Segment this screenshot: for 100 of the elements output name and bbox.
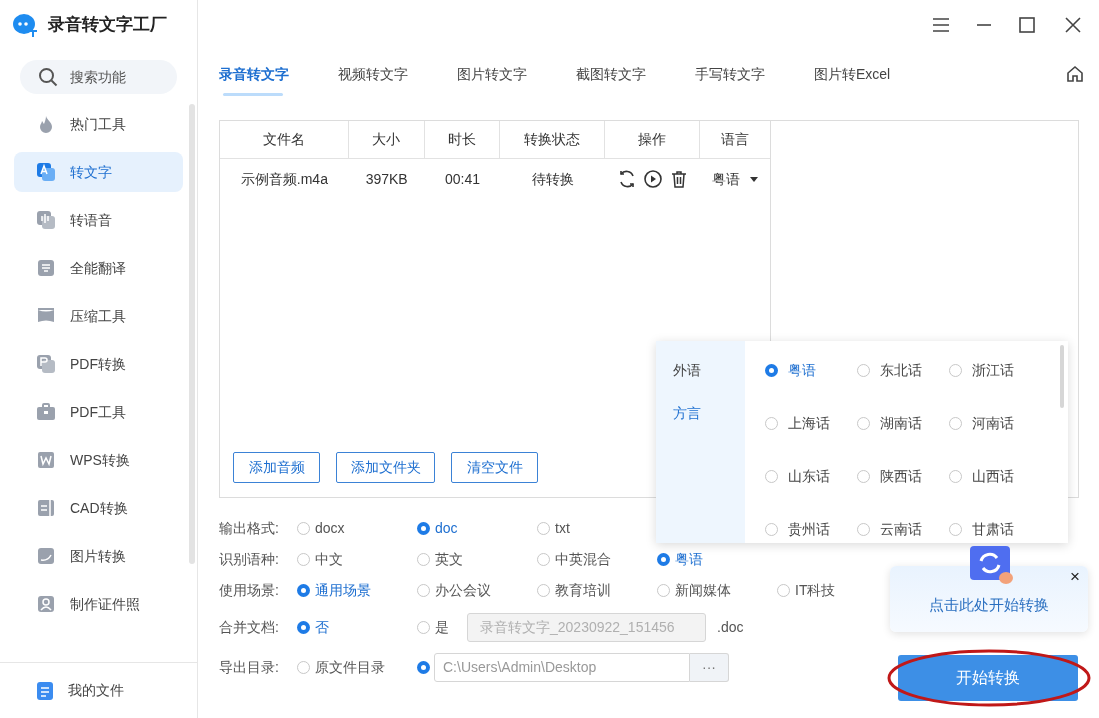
option-text: 是 [435, 618, 449, 637]
option-text: 中英混合 [555, 550, 611, 569]
file-icon [36, 680, 54, 701]
language-option: 陕西话 [880, 466, 922, 487]
radio-button[interactable] [857, 470, 870, 483]
browse-button[interactable]: ··· [690, 652, 729, 682]
option-label: 识别语种: [219, 550, 280, 569]
language-category[interactable]: 外语 [673, 360, 701, 381]
radio-button[interactable] [857, 523, 870, 536]
option-text: IT科技 [795, 581, 836, 600]
radio-button[interactable] [765, 470, 778, 483]
radio-button[interactable] [417, 584, 430, 597]
radio-button[interactable] [297, 621, 310, 634]
option-text: 英文 [435, 550, 463, 569]
tab[interactable]: 录音转文字 [219, 50, 338, 98]
sidebar-item[interactable]: 转语音 [14, 200, 183, 240]
menu-button[interactable] [931, 15, 951, 35]
caret-icon [750, 176, 759, 182]
search-icon [38, 67, 58, 87]
language-option: 上海话 [788, 413, 830, 434]
home-button[interactable] [1065, 64, 1085, 84]
option-text: 原文件目录 [315, 657, 385, 677]
sidebar-item[interactable]: 制作证件照 [14, 584, 183, 624]
radio-button[interactable] [297, 522, 310, 535]
radio-button[interactable] [297, 553, 310, 566]
sidebar-item[interactable]: PDF转换 [14, 344, 183, 384]
sidebar-item[interactable]: 压缩工具 [14, 296, 183, 336]
option-text: docx [315, 519, 345, 538]
tab[interactable]: 手写转文字 [695, 50, 814, 98]
radio-button[interactable] [949, 523, 962, 536]
sidebar-item[interactable]: 我的文件 [36, 680, 124, 701]
sidebar-item[interactable]: CAD转换 [14, 488, 183, 528]
tab[interactable]: 截图转文字 [576, 50, 695, 98]
column-header: 时长 [424, 121, 501, 158]
play-button[interactable] [642, 169, 663, 189]
radio-button[interactable] [537, 584, 550, 597]
file-extension: .doc [717, 618, 744, 637]
language-option: 粤语 [788, 360, 816, 381]
radio-button[interactable] [777, 584, 790, 597]
portrait-icon [36, 594, 56, 614]
document-icon [36, 450, 56, 470]
option-label: 导出目录: [219, 657, 280, 677]
column-header: 大小 [348, 121, 425, 158]
close-button[interactable]: × [1070, 568, 1080, 585]
language-option: 河南话 [972, 413, 1014, 434]
radio-button[interactable] [657, 584, 670, 597]
minimize-icon [977, 24, 991, 26]
minimize-button[interactable] [977, 24, 991, 26]
tooltip-text: 点击此处开始转换 [929, 594, 1049, 615]
add-button[interactable]: 添加文件夹 [336, 452, 435, 483]
column-header: 转换状态 [500, 121, 606, 158]
translate-icon [36, 258, 56, 278]
radio-button[interactable] [537, 522, 550, 535]
add-button[interactable]: 添加音频 [233, 452, 320, 483]
sidebar-item[interactable]: PDF工具 [14, 392, 183, 432]
radio-button[interactable] [765, 523, 778, 536]
maximize-button[interactable] [1017, 15, 1037, 35]
app-title: 录音转文字工厂 [48, 14, 167, 37]
document-icon [36, 498, 56, 518]
tab[interactable]: 图片转Excel [814, 50, 933, 98]
clear-button[interactable]: 清空文件 [451, 452, 538, 483]
sidebar-item[interactable]: WPS转换 [14, 440, 183, 480]
sidebar-item[interactable]: 全能翻译 [14, 248, 183, 288]
radio-button[interactable] [949, 364, 962, 377]
radio-button[interactable] [417, 660, 430, 674]
option-text: 教育培训 [555, 581, 611, 600]
option-text: 中文 [315, 550, 343, 569]
close-icon [1063, 15, 1083, 35]
option-text: 通用场景 [315, 581, 371, 600]
radio-button[interactable] [297, 584, 310, 597]
image-icon [36, 546, 56, 566]
radio-button[interactable] [949, 470, 962, 483]
pdf-icon [36, 354, 56, 374]
sidebar-item[interactable]: 图片转换 [14, 536, 183, 576]
option-text: 否 [315, 618, 329, 637]
radio-button[interactable] [417, 553, 430, 566]
radio-button[interactable] [857, 364, 870, 377]
sidebar-item[interactable]: 热门工具 [14, 104, 183, 144]
radio-button[interactable] [765, 417, 778, 430]
radio-button[interactable] [657, 553, 670, 566]
table-cell-text: 00:41 [444, 169, 482, 189]
language-option: 山东话 [788, 466, 830, 487]
language-option: 山西话 [972, 466, 1014, 487]
table-cell-text: 397KB [364, 169, 409, 189]
radio-button[interactable] [949, 417, 962, 430]
column-header: 语言 [720, 130, 751, 149]
sidebar-item[interactable]: 转文字 [14, 152, 183, 192]
language-category[interactable]: 方言 [673, 403, 701, 424]
radio-button[interactable] [417, 522, 430, 535]
radio-button[interactable] [297, 660, 310, 674]
search-field[interactable]: 搜索功能 [20, 60, 177, 94]
language-option: 贵州话 [788, 519, 830, 540]
close-button[interactable] [1063, 15, 1083, 35]
radio-button[interactable] [765, 364, 778, 377]
radio-button[interactable] [417, 621, 430, 634]
tab[interactable]: 视频转文字 [338, 50, 457, 98]
radio-button[interactable] [537, 553, 550, 566]
language-dropdown[interactable]: 粤语 [700, 159, 770, 199]
radio-button[interactable] [857, 417, 870, 430]
tab[interactable]: 图片转文字 [457, 50, 576, 98]
